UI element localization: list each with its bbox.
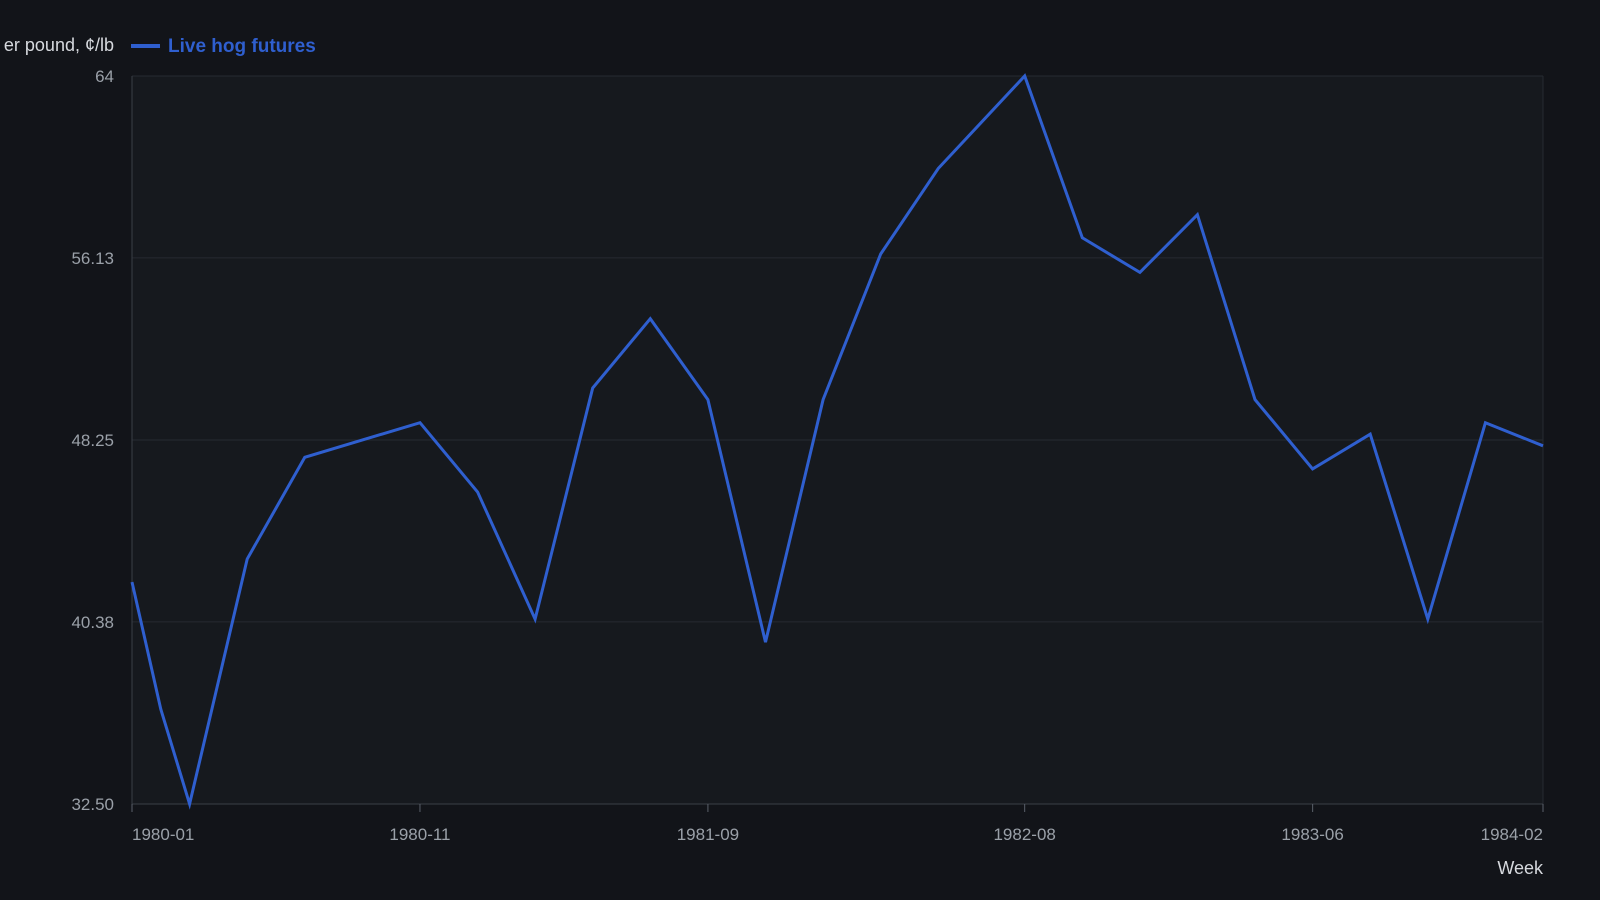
x-tick-label: 1980-01 — [132, 825, 194, 844]
x-tick-label: 1982-08 — [993, 825, 1055, 844]
x-tick-label: 1984-02 — [1481, 825, 1543, 844]
x-axis-title: Week — [1497, 858, 1544, 878]
x-tick-label: 1981-09 — [677, 825, 739, 844]
y-tick-label: 48.25 — [71, 431, 114, 450]
x-tick-label: 1980-11 — [389, 825, 450, 844]
legend[interactable]: Live hog futures — [131, 36, 316, 57]
y-tick-label: 40.38 — [71, 613, 114, 632]
x-tick-label: 1983-06 — [1281, 825, 1343, 844]
y-tick-label: 32.50 — [71, 795, 114, 814]
y-axis-title: er pound, ¢/lb — [4, 35, 114, 55]
chart: 6456.1348.2540.3832.50 1980-01 1980-11 198… — [4, 35, 1544, 878]
y-axis: 64 56.13 48.25 40.38 32.50 — [71, 67, 133, 814]
x-axis: 1980-01 1980-11 1981-09 1982-08 1983-06 1984-… — [131, 803, 1544, 844]
y-tick-label: 56.13 — [71, 249, 114, 268]
y-tick-label: 64 — [95, 67, 114, 86]
legend-label: Live hog futures — [168, 36, 316, 57]
